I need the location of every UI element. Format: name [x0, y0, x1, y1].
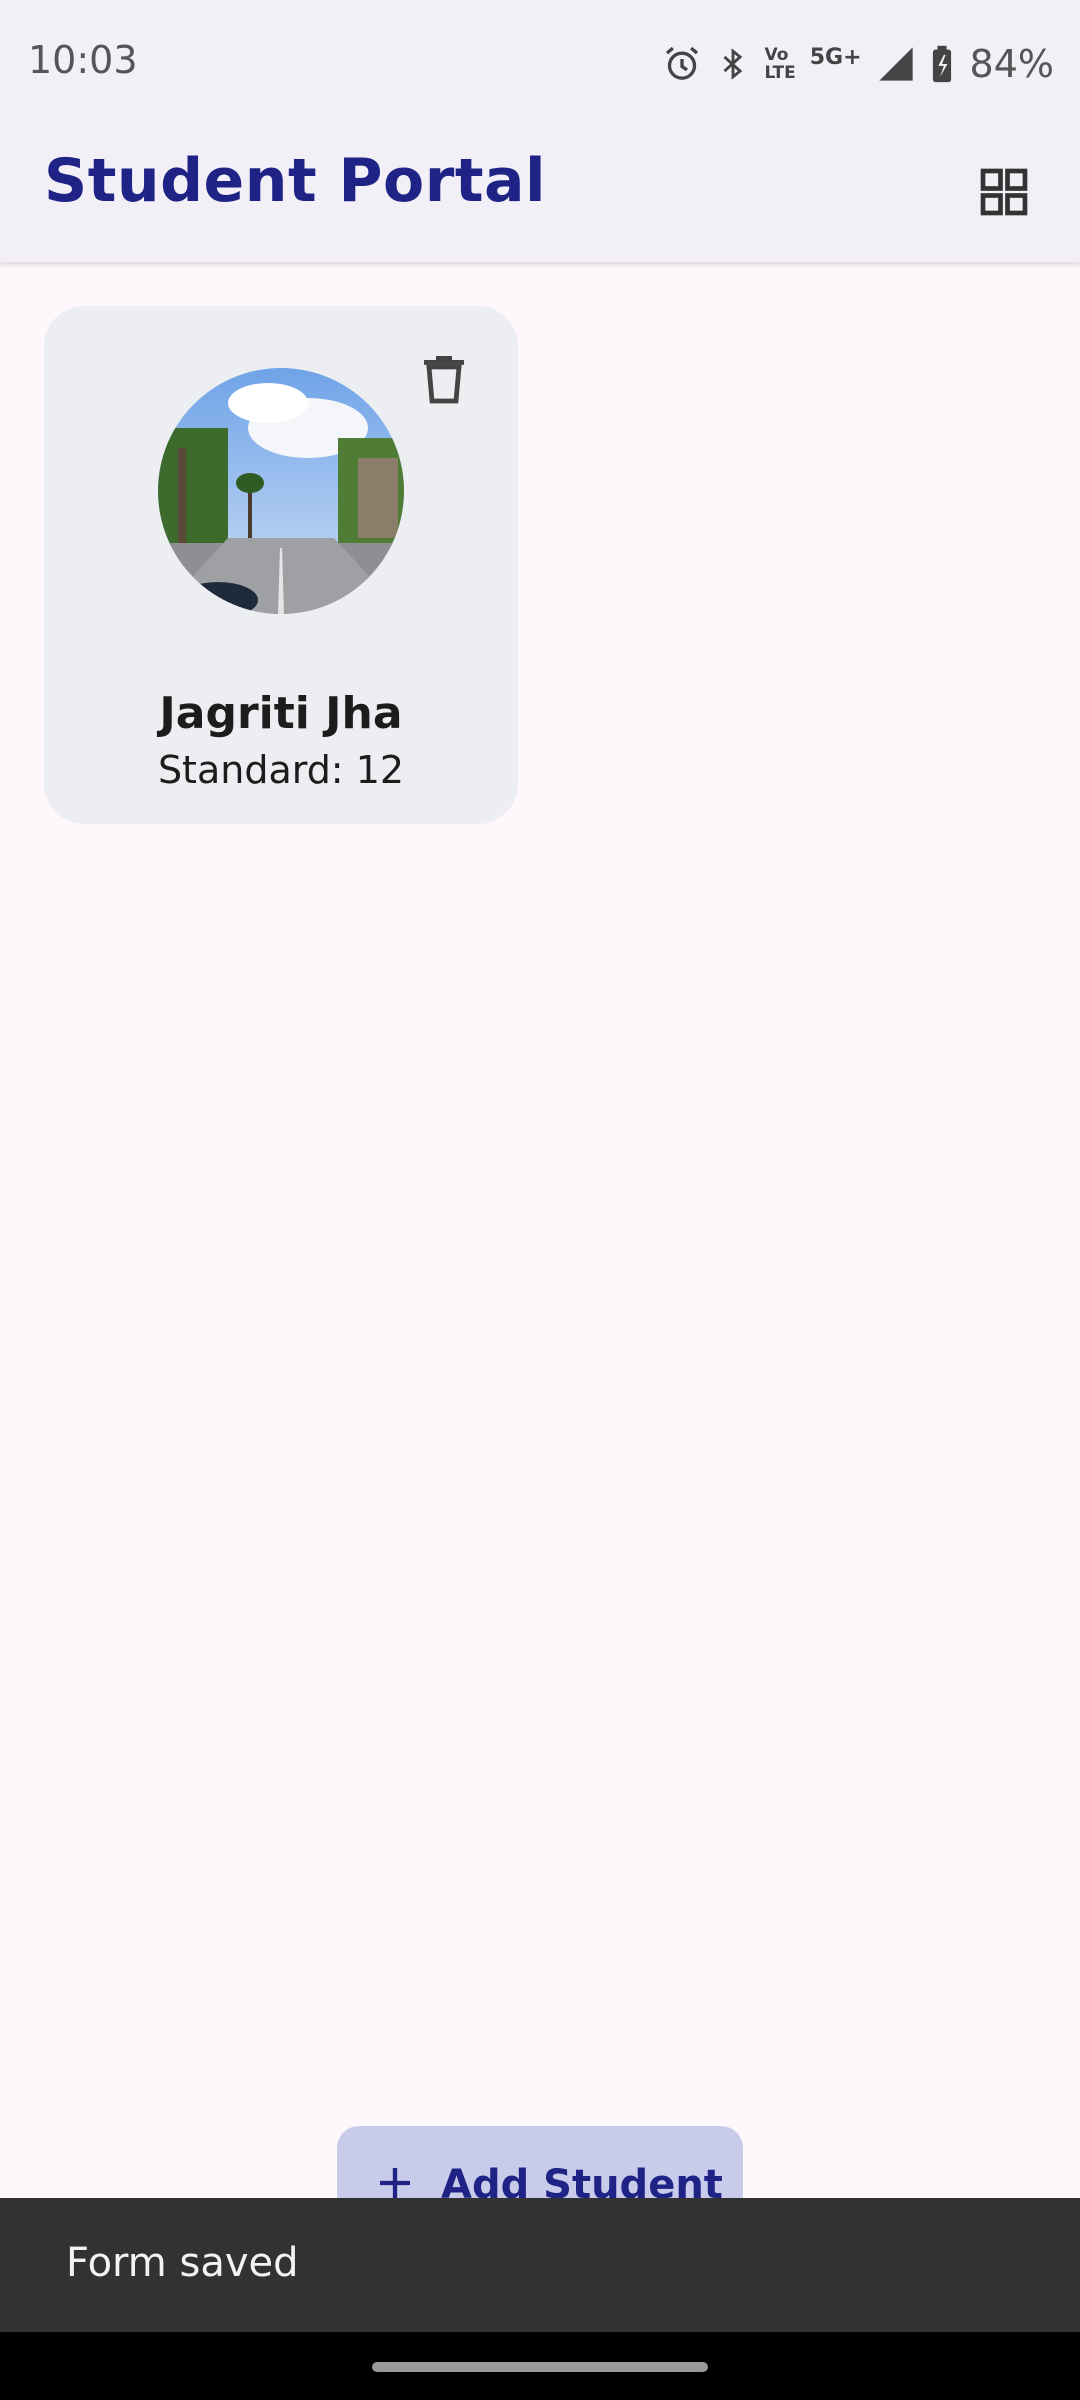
avatar	[158, 368, 404, 614]
delete-student-button[interactable]	[406, 342, 482, 418]
grid-view-icon	[976, 164, 1032, 224]
status-time: 10:03	[28, 38, 138, 82]
trash-icon	[420, 351, 468, 409]
student-name: Jagriti Jha	[159, 688, 403, 739]
volte-label-top: Vo	[764, 45, 789, 65]
snackbar-message: Form saved	[66, 2240, 299, 2286]
page-title: Student Portal	[44, 146, 547, 216]
student-list: Jagriti Jha Standard: 12	[0, 262, 1080, 2200]
system-nav-bar	[0, 2332, 1080, 2400]
network-type: 5G+	[809, 44, 862, 70]
student-card[interactable]: Jagriti Jha Standard: 12	[44, 306, 518, 824]
volte-label-bottom: LTE	[764, 63, 796, 83]
volte-icon: Vo LTE	[764, 46, 795, 82]
alarm-icon	[662, 44, 702, 84]
app-bar: Student Portal	[0, 126, 1080, 262]
status-icons: Vo LTE 5G+ 84%	[662, 36, 1054, 92]
grid-view-button[interactable]	[966, 156, 1042, 232]
battery-percent: 84%	[969, 42, 1054, 86]
snackbar: Form saved	[0, 2198, 1080, 2332]
home-gesture-handle[interactable]	[372, 2362, 708, 2372]
bluetooth-icon	[716, 44, 750, 84]
signal-icon	[876, 44, 916, 84]
student-standard: Standard: 12	[157, 748, 405, 792]
battery-icon	[930, 44, 954, 84]
status-bar: 10:03 Vo LTE 5G+ 84%	[0, 0, 1080, 126]
